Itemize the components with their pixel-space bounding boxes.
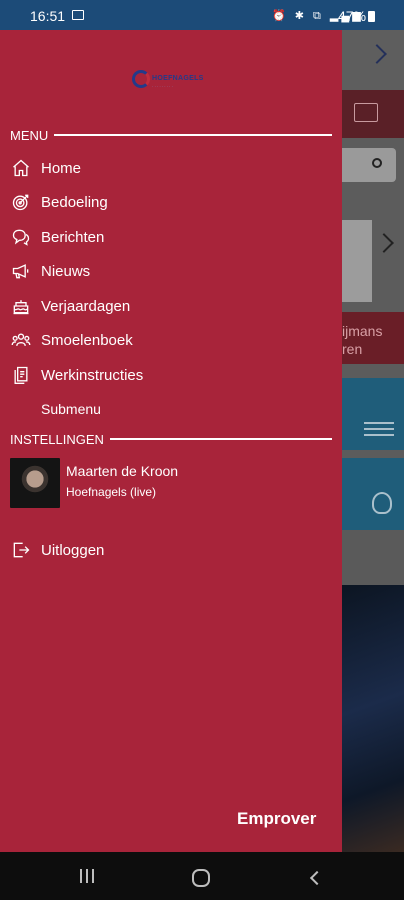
divider <box>54 134 332 136</box>
company-logo: HOEFNAGELS · · · · · · · · · <box>132 70 216 92</box>
image-icon <box>354 103 378 122</box>
logout-icon <box>10 539 32 561</box>
nav-item-bedoeling[interactable]: Bedoeling <box>10 187 330 217</box>
chat-icon <box>10 226 32 248</box>
nav-item-verjaardagen[interactable]: Verjaardagen <box>10 291 330 321</box>
target-icon <box>10 191 32 213</box>
user-profile[interactable]: Maarten de Kroon Hoefnagels (live) <box>10 458 330 510</box>
nav-item-home[interactable]: Home <box>10 153 330 183</box>
filter-icon <box>364 422 394 440</box>
menu-section-header: MENU <box>10 127 332 143</box>
nav-item-smoelenboek[interactable]: Smoelenboek <box>10 325 330 355</box>
logout-button[interactable]: Uitloggen <box>10 535 330 565</box>
megaphone-icon <box>10 260 32 282</box>
battery-icon <box>368 11 375 22</box>
brand-name: Emprover <box>237 809 317 828</box>
system-navigation-bar <box>0 852 404 900</box>
home-button[interactable] <box>192 869 210 887</box>
chevron-right-icon <box>374 233 394 253</box>
divider <box>109 438 332 440</box>
battery-level: 47% <box>338 8 367 24</box>
nav-item-werkinstructies[interactable]: Werkinstructies <box>10 360 330 390</box>
document-icon <box>10 364 32 386</box>
nav-item-submenu[interactable]: Submenu <box>41 394 241 424</box>
image-notification-icon <box>72 10 84 20</box>
navigation-drawer: HOEFNAGELS · · · · · · · · · MENU Home B… <box>0 30 342 852</box>
nav-item-berichten[interactable]: Berichten <box>10 222 330 252</box>
cake-icon <box>10 295 32 317</box>
user-organization: Hoefnagels (live) <box>66 485 157 499</box>
search-icon <box>372 158 382 168</box>
status-bar: 16:51 ⏰ ✱ ⧉ ▂▄▆ 47% <box>0 0 404 30</box>
status-time: 16:51 <box>30 8 66 24</box>
avatar <box>10 458 60 508</box>
home-icon <box>10 157 32 179</box>
recents-button[interactable] <box>80 869 94 883</box>
background-search-field <box>342 148 396 182</box>
people-icon <box>10 329 32 351</box>
back-button[interactable] <box>309 870 325 886</box>
settings-section-header: INSTELLINGEN <box>10 431 332 447</box>
lightbulb-icon <box>372 492 392 514</box>
logo-mark-icon <box>132 70 150 88</box>
user-name: Maarten de Kroon <box>66 463 179 479</box>
background-photo <box>342 585 404 852</box>
nav-item-nieuws[interactable]: Nieuws <box>10 256 330 286</box>
background-card: ijmans ren <box>342 312 404 364</box>
